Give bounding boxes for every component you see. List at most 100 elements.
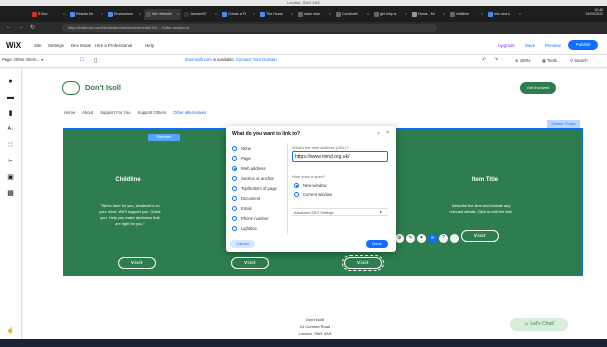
- get-involved-button[interactable]: Get Involved: [520, 82, 556, 94]
- nav-support-for-you[interactable]: Support For You: [100, 110, 130, 115]
- edit-icon[interactable]: ✎: [406, 234, 415, 243]
- close-tab-icon[interactable]: ×: [253, 9, 255, 20]
- link-option-web-address[interactable]: Web address: [232, 166, 266, 172]
- footer-address[interactable]: Don't Isolll 24 Comfort Road London, SW1…: [285, 316, 345, 337]
- browser-tab[interactable]: Environmen ×: [106, 9, 143, 20]
- open-current-window-option[interactable]: Current window: [294, 192, 332, 198]
- tools-button[interactable]: ▦ Tools: [542, 58, 557, 63]
- site-navigation[interactable]: Home About Support For You Support Other…: [64, 110, 212, 115]
- close-tab-icon[interactable]: ×: [519, 9, 521, 20]
- link-option-none[interactable]: None: [232, 146, 251, 152]
- add-section-icon[interactable]: ▬: [6, 93, 15, 102]
- menu-hire-professional[interactable]: Hire a Professional: [95, 43, 132, 48]
- close-tab-icon[interactable]: ×: [367, 9, 369, 20]
- forward-icon[interactable]: →: [18, 24, 24, 30]
- link-icon[interactable]: ∞: [428, 234, 437, 243]
- close-tab-icon[interactable]: ×: [329, 9, 331, 20]
- connect-domain-link[interactable]: Connect Your Domain: [236, 57, 277, 62]
- browser-tab[interactable]: S Box ×: [30, 9, 67, 20]
- menu-settings[interactable]: Settings: [48, 43, 64, 48]
- site-design-icon[interactable]: A↓: [6, 125, 15, 134]
- site-logo-icon[interactable]: [62, 81, 80, 95]
- wix-logo[interactable]: WiX: [6, 41, 21, 50]
- help-icon[interactable]: ☝: [6, 327, 15, 336]
- visit-button-selected[interactable]: Visit: [342, 255, 384, 271]
- reload-icon[interactable]: ↻: [30, 24, 35, 31]
- chat-button[interactable]: ☺ Let's Chat!: [510, 318, 568, 331]
- help-icon[interactable]: ?: [377, 131, 380, 136]
- menu-site[interactable]: Site: [34, 43, 42, 48]
- browser-tab[interactable]: Wix Website ×: [144, 9, 181, 20]
- column-title[interactable]: Item Title: [440, 177, 530, 183]
- add-elements-icon[interactable]: ●: [6, 77, 15, 86]
- cancel-button[interactable]: Cancel: [230, 240, 255, 248]
- advanced-seo-settings[interactable]: Advanced SEO Settings: [292, 208, 388, 216]
- browser-tab[interactable]: Home - Mi ×: [410, 9, 447, 20]
- help-icon[interactable]: ?: [439, 234, 448, 243]
- browser-tab[interactable]: Jamesh97 ×: [182, 9, 219, 20]
- url-field[interactable]: https://editor.wix.com/html/editor/web/r…: [62, 24, 437, 32]
- desktop-view-icon[interactable]: □: [80, 57, 84, 63]
- business-tools-icon[interactable]: ⊢: [6, 157, 15, 166]
- save-button[interactable]: Save: [525, 43, 535, 48]
- browser-tab[interactable]: Comfortbl ×: [334, 9, 371, 20]
- open-new-window-option[interactable]: New window: [294, 183, 327, 189]
- menu-help[interactable]: Help: [145, 43, 154, 48]
- add-apps-icon[interactable]: ∷: [6, 141, 15, 150]
- visit-button[interactable]: Visit: [118, 257, 156, 269]
- preview-button[interactable]: Preview: [545, 43, 561, 48]
- link-option-lightbox[interactable]: Lightbox: [232, 226, 257, 232]
- nav-other-alternatives[interactable]: Other alternatives: [173, 110, 206, 115]
- link-option-section[interactable]: Section or anchor: [232, 176, 274, 182]
- done-button[interactable]: Done: [366, 240, 388, 248]
- close-icon[interactable]: ×: [386, 130, 389, 136]
- browser-tab[interactable]: The Home ×: [258, 9, 295, 20]
- web-address-input[interactable]: https://www.mind.org.uk/: [292, 151, 388, 162]
- visit-button[interactable]: Visit: [461, 230, 499, 242]
- column-title[interactable]: Childline: [88, 177, 168, 183]
- more-icon[interactable]: ⋯: [450, 234, 459, 243]
- settings-icon[interactable]: ⚙: [395, 234, 404, 243]
- nav-about[interactable]: About: [82, 110, 93, 115]
- animation-icon[interactable]: ✦: [417, 234, 426, 243]
- close-tab-icon[interactable]: ×: [63, 9, 65, 20]
- link-option-email[interactable]: Email: [232, 206, 251, 212]
- search-button[interactable]: ⚲ Search: [570, 58, 588, 63]
- close-tab-icon[interactable]: ×: [405, 9, 407, 20]
- mobile-view-icon[interactable]: ▯: [94, 57, 97, 64]
- nav-support-others[interactable]: Support Others: [138, 110, 166, 115]
- close-tab-icon[interactable]: ×: [291, 9, 293, 20]
- close-tab-icon[interactable]: ×: [101, 9, 103, 20]
- section-label[interactable]: Section: Footer: [547, 120, 580, 128]
- close-tab-icon[interactable]: ×: [443, 9, 445, 20]
- browser-tab[interactable]: get help w ×: [372, 9, 409, 20]
- zoom-control[interactable]: ⊕ 100%: [515, 58, 530, 63]
- browser-tab[interactable]: Info and s ×: [486, 9, 523, 20]
- column-text[interactable]: Describe the item and include any releva…: [445, 203, 517, 215]
- browser-tab[interactable]: childline ×: [448, 9, 485, 20]
- upgrade-link[interactable]: Upgrade: [498, 43, 515, 48]
- close-tab-icon[interactable]: ×: [481, 9, 483, 20]
- close-tab-icon[interactable]: ×: [177, 9, 179, 20]
- close-tab-icon[interactable]: ×: [215, 9, 217, 20]
- repeater-label[interactable]: Repeater: [148, 134, 180, 141]
- nav-home[interactable]: Home: [64, 110, 75, 115]
- site-name[interactable]: Don't Isoll: [85, 83, 121, 92]
- pages-icon[interactable]: ▮: [6, 109, 15, 118]
- close-tab-icon[interactable]: ×: [139, 9, 141, 20]
- link-option-phone[interactable]: Phone number: [232, 216, 268, 222]
- browser-tab[interactable]: Create a Fr ×: [220, 9, 257, 20]
- page-selector[interactable]: Page: Other Altern... ▾: [2, 57, 43, 62]
- link-option-document[interactable]: Document: [232, 196, 260, 202]
- link-option-top-bottom[interactable]: Top/bottom of page: [232, 186, 277, 192]
- layers-icon[interactable]: ▩: [6, 189, 15, 198]
- redo-icon[interactable]: ↷: [494, 57, 498, 63]
- menu-dev-mode[interactable]: Dev Mode: [71, 43, 91, 48]
- back-icon[interactable]: ←: [6, 24, 12, 30]
- browser-tab[interactable]: mark rohe ×: [296, 9, 333, 20]
- column-text[interactable]: "We're here for you, whatever's on your …: [98, 203, 162, 227]
- media-icon[interactable]: ▣: [6, 173, 15, 182]
- link-option-page[interactable]: Page: [232, 156, 251, 162]
- visit-button[interactable]: Visit: [231, 257, 269, 269]
- browser-tab[interactable]: Results for ×: [68, 9, 105, 20]
